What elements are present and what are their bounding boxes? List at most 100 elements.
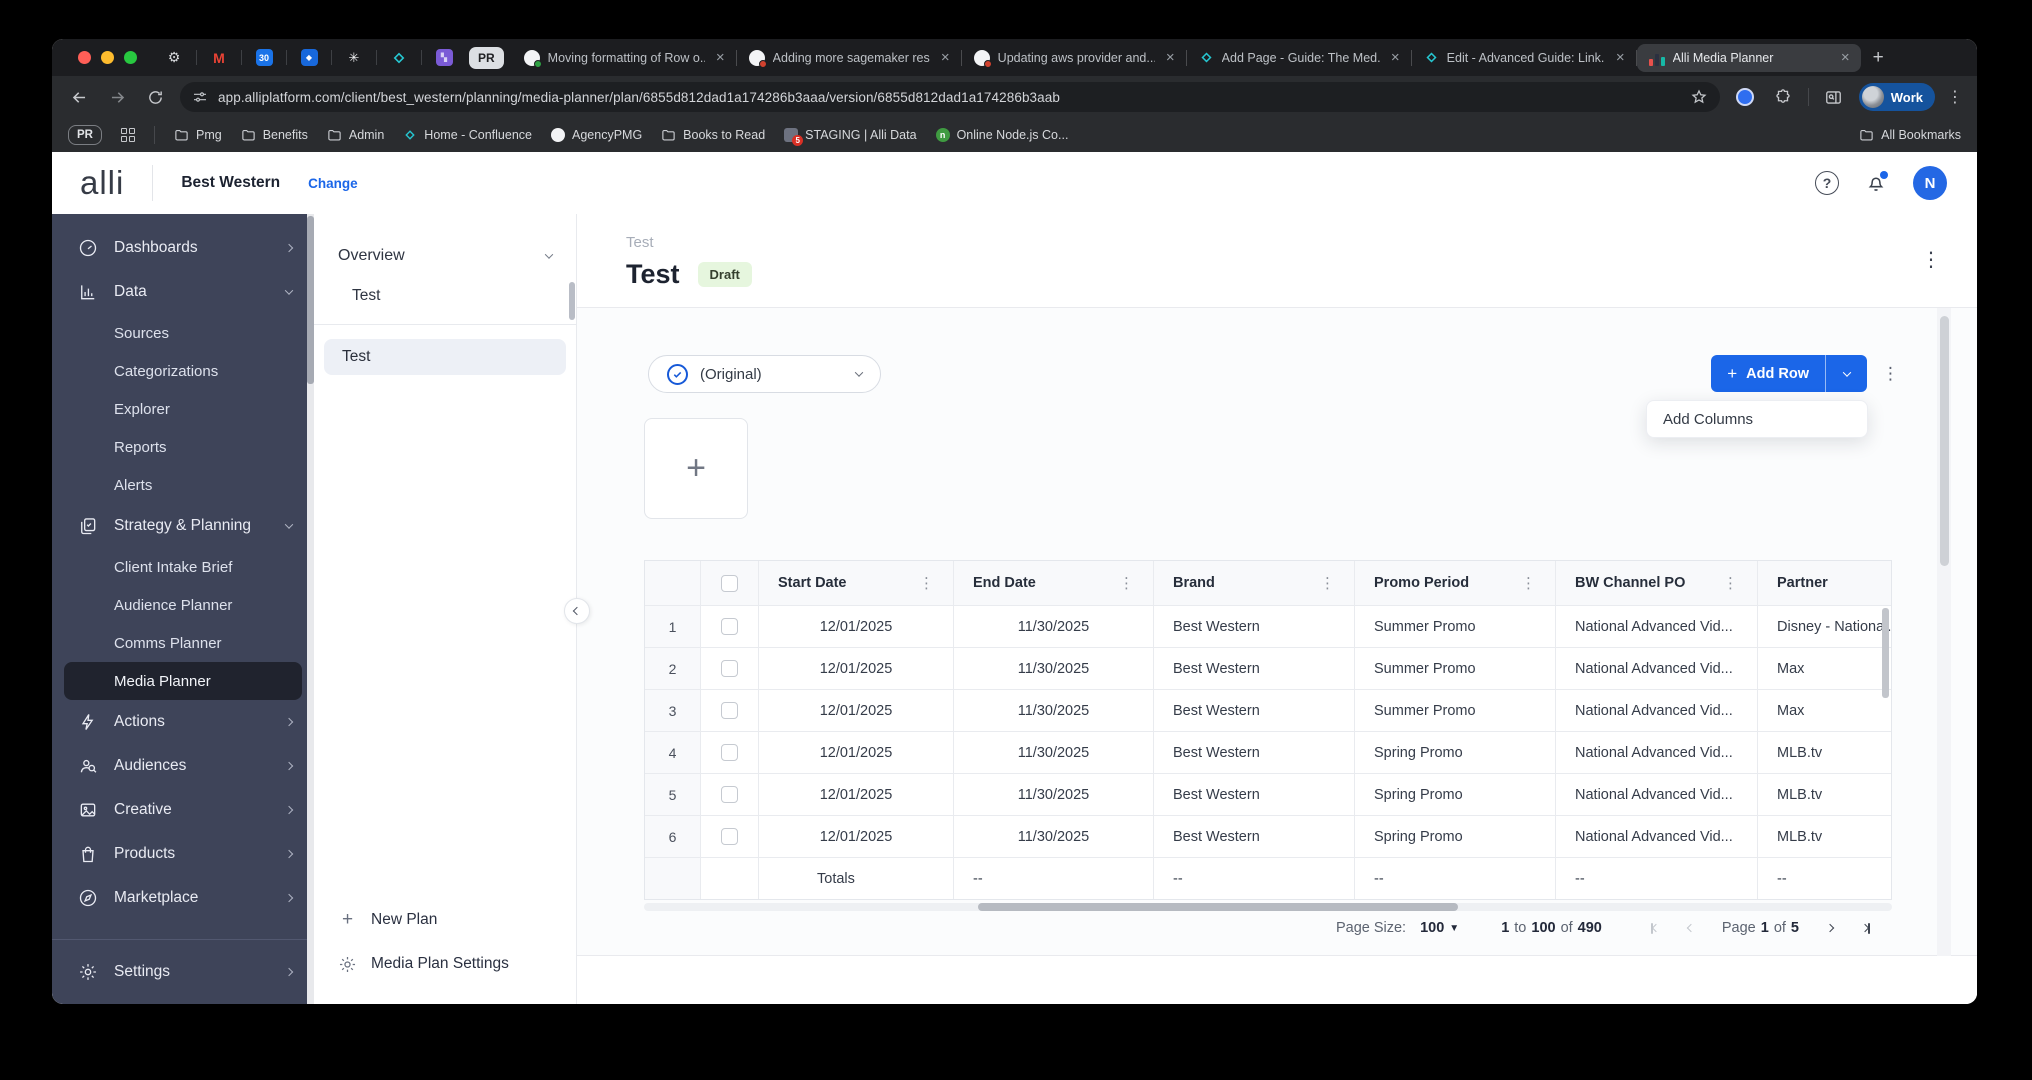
- select-all-checkbox[interactable]: [721, 574, 738, 592]
- bookmark-node[interactable]: n Online Node.js Co...: [935, 128, 1068, 142]
- table-horizontal-scrollbar[interactable]: [644, 903, 1892, 911]
- collapse-panel-button[interactable]: [564, 598, 590, 624]
- column-menu-icon[interactable]: ⋮: [1723, 574, 1738, 592]
- close-tab-icon[interactable]: ×: [1388, 49, 1403, 66]
- close-tab-icon[interactable]: ×: [938, 49, 953, 66]
- notifications-button[interactable]: [1865, 171, 1888, 194]
- reload-button[interactable]: [142, 84, 168, 110]
- cell-end-date[interactable]: 11/30/2025: [954, 815, 1154, 857]
- minimize-window-button[interactable]: [101, 51, 114, 64]
- cell-start-date[interactable]: 12/01/2025: [759, 689, 954, 731]
- cell-end-date[interactable]: 11/30/2025: [954, 647, 1154, 689]
- sidebar-item-reports[interactable]: Reports: [52, 428, 314, 466]
- cell-partner[interactable]: MLB.tv: [1758, 815, 1891, 857]
- openai-pinned-tab[interactable]: ✳: [339, 45, 369, 71]
- column-header-promo-period[interactable]: Promo Period ⋮: [1355, 561, 1556, 605]
- plan-item-test-selected[interactable]: Test: [324, 339, 566, 375]
- cell-partner[interactable]: MLB.tv: [1758, 731, 1891, 773]
- version-selector[interactable]: (Original): [648, 355, 881, 393]
- grid-menu-button[interactable]: ⋮: [1882, 364, 1899, 384]
- apps-grid-icon[interactable]: [120, 128, 135, 142]
- close-tab-icon[interactable]: ×: [1163, 49, 1178, 66]
- new-plan-button[interactable]: + New Plan: [314, 898, 576, 942]
- page-scrollbar-track[interactable]: [1937, 308, 1951, 956]
- cell-brand[interactable]: Best Western: [1154, 689, 1355, 731]
- media-plan-settings-button[interactable]: Media Plan Settings: [314, 942, 576, 986]
- cell-promo-period[interactable]: Spring Promo: [1355, 815, 1556, 857]
- add-tile-button[interactable]: +: [644, 418, 748, 519]
- all-bookmarks-button[interactable]: All Bookmarks: [1859, 128, 1961, 143]
- cell-end-date[interactable]: 11/30/2025: [954, 689, 1154, 731]
- last-page-button[interactable]: [1855, 917, 1877, 939]
- panel-scrollbar-thumb[interactable]: [569, 282, 575, 320]
- cell-start-date[interactable]: 12/01/2025: [759, 773, 954, 815]
- help-button[interactable]: ?: [1815, 171, 1839, 195]
- tab-0[interactable]: Moving formatting of Row o... ×: [512, 44, 736, 72]
- cell-bw-channel-po[interactable]: National Advanced Vid...: [1556, 773, 1758, 815]
- add-row-dropdown-button[interactable]: [1825, 355, 1867, 392]
- sidebar-item-comms-planner[interactable]: Comms Planner: [52, 624, 314, 662]
- close-tab-icon[interactable]: ×: [1838, 49, 1853, 66]
- overview-section-header[interactable]: Overview: [314, 236, 576, 276]
- close-tab-icon[interactable]: ×: [713, 49, 728, 66]
- tab-5-active[interactable]: Alli Media Planner ×: [1636, 43, 1861, 72]
- password-extension-button[interactable]: [1732, 84, 1758, 110]
- cell-bw-channel-po[interactable]: National Advanced Vid...: [1556, 647, 1758, 689]
- bookmark-confluence[interactable]: Home - Confluence: [403, 128, 532, 142]
- sidebar-item-marketplace[interactable]: Marketplace: [52, 876, 314, 920]
- sidebar-item-dashboards[interactable]: Dashboards: [52, 226, 314, 270]
- column-header-brand[interactable]: Brand ⋮: [1154, 561, 1355, 605]
- cell-start-date[interactable]: 12/01/2025: [759, 815, 954, 857]
- cell-brand[interactable]: Best Western: [1154, 731, 1355, 773]
- sidebar-search-button[interactable]: [1821, 84, 1847, 110]
- add-row-button[interactable]: + Add Row: [1711, 355, 1825, 392]
- table-vertical-scrollbar-thumb[interactable]: [1882, 608, 1889, 698]
- cell-end-date[interactable]: 11/30/2025: [954, 731, 1154, 773]
- user-avatar[interactable]: N: [1913, 166, 1947, 200]
- tab-1[interactable]: Adding more sagemaker res... ×: [737, 44, 961, 72]
- column-menu-icon[interactable]: ⋮: [1119, 574, 1134, 592]
- sidebar-item-data[interactable]: Data: [52, 270, 314, 314]
- grafana-pinned-tab[interactable]: ⚙: [159, 45, 189, 71]
- page-scrollbar-thumb[interactable]: [1939, 316, 1949, 566]
- cell-bw-channel-po[interactable]: National Advanced Vid...: [1556, 815, 1758, 857]
- column-menu-icon[interactable]: ⋮: [919, 574, 934, 592]
- close-tab-icon[interactable]: ×: [1613, 49, 1628, 66]
- cell-start-date[interactable]: 12/01/2025: [759, 605, 954, 647]
- cell-bw-channel-po[interactable]: National Advanced Vid...: [1556, 605, 1758, 647]
- tab-3[interactable]: Add Page - Guide: The Med... ×: [1187, 44, 1411, 72]
- cell-brand[interactable]: Best Western: [1154, 773, 1355, 815]
- table-horizontal-scrollbar-thumb[interactable]: [978, 903, 1458, 911]
- sidebar-item-strategy-planning[interactable]: Strategy & Planning: [52, 504, 314, 548]
- cell-partner[interactable]: Max: [1758, 689, 1891, 731]
- row-checkbox[interactable]: [721, 702, 738, 719]
- sidebar-item-products[interactable]: Products: [52, 832, 314, 876]
- sidebar-item-alerts[interactable]: Alerts: [52, 466, 314, 504]
- bookmark-admin[interactable]: Admin: [327, 128, 384, 143]
- site-settings-icon[interactable]: [192, 89, 208, 105]
- cell-promo-period[interactable]: Summer Promo: [1355, 605, 1556, 647]
- column-header-start-date[interactable]: Start Date ⋮: [759, 561, 954, 605]
- cell-partner[interactable]: MLB.tv: [1758, 773, 1891, 815]
- cell-end-date[interactable]: 11/30/2025: [954, 605, 1154, 647]
- column-header-bw-channel-po[interactable]: BW Channel PO ⋮: [1556, 561, 1758, 605]
- browser-profile-chip[interactable]: Work: [1858, 83, 1935, 111]
- sidebar-item-audiences[interactable]: Audiences: [52, 744, 314, 788]
- add-columns-menu-item[interactable]: Add Columns: [1663, 411, 1753, 428]
- bookmarks-group-chip[interactable]: PR: [68, 125, 102, 145]
- tab-group-chip[interactable]: PR: [469, 46, 504, 69]
- change-client-link[interactable]: Change: [308, 176, 358, 191]
- confluence-pinned-tab[interactable]: [384, 45, 414, 71]
- cell-bw-channel-po[interactable]: National Advanced Vid...: [1556, 731, 1758, 773]
- tab-4[interactable]: Edit - Advanced Guide: Link... ×: [1412, 44, 1636, 72]
- new-tab-button[interactable]: +: [1873, 47, 1884, 69]
- row-checkbox[interactable]: [721, 744, 738, 761]
- page-size-select[interactable]: 100 ▼: [1420, 920, 1459, 936]
- cell-start-date[interactable]: 12/01/2025: [759, 647, 954, 689]
- sidebar-item-audience-planner[interactable]: Audience Planner: [52, 586, 314, 624]
- pixel-app-pinned-tab[interactable]: ▚: [429, 45, 459, 71]
- cell-promo-period[interactable]: Summer Promo: [1355, 689, 1556, 731]
- calendar-pinned-tab[interactable]: 30: [249, 45, 279, 71]
- row-checkbox[interactable]: [721, 828, 738, 845]
- tab-2[interactable]: Updating aws provider and... ×: [962, 44, 1186, 72]
